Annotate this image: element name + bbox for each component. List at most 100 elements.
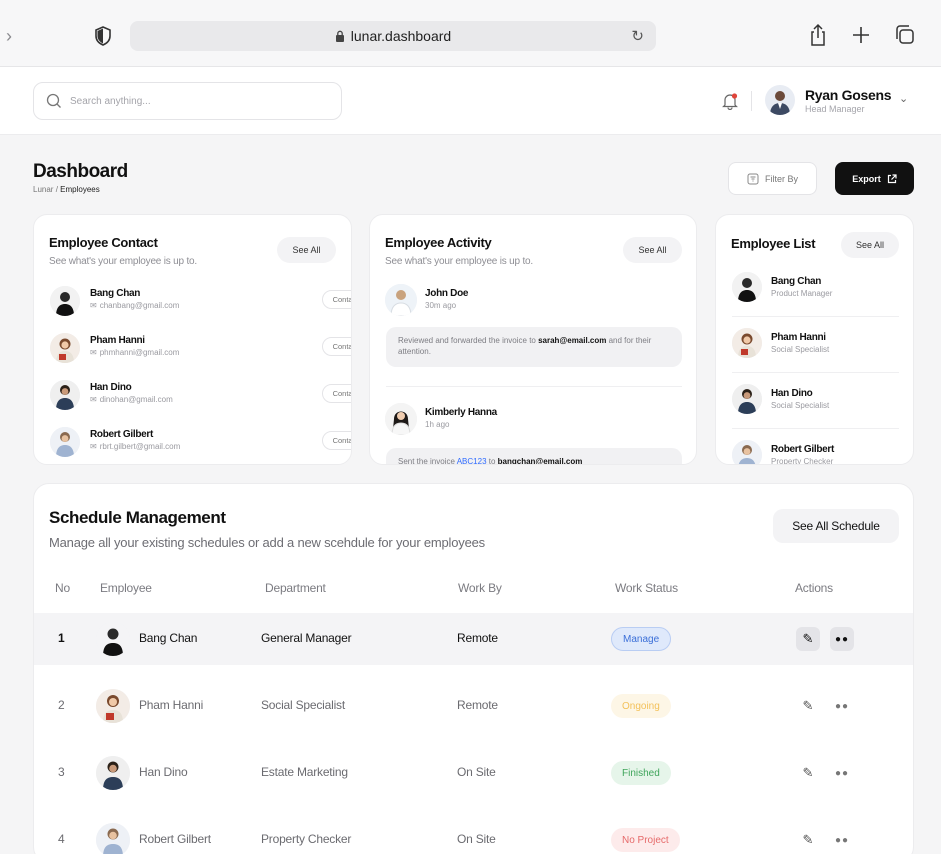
avatar [50, 286, 80, 316]
avatar [96, 622, 130, 656]
section-subtitle: Manage all your existing schedules or ad… [49, 535, 485, 550]
row-number: 4 [58, 832, 65, 846]
search-icon [46, 93, 61, 108]
column-header-work-status: Work Status [615, 581, 678, 595]
search-input[interactable]: Search anything... [33, 82, 342, 120]
row-number: 2 [58, 698, 65, 712]
contact-button[interactable]: Contact [322, 290, 351, 309]
employee-name: Han Dino [139, 765, 188, 779]
page-title: Dashboard [33, 161, 128, 182]
work-by: On Site [457, 832, 496, 846]
contact-email: ✉ rbrt.gilbert@gmail.com [90, 442, 181, 451]
column-header-employee: Employee [100, 581, 152, 595]
more-icon[interactable]: ●● [830, 627, 854, 651]
avatar[interactable] [765, 85, 795, 115]
work-by: Remote [457, 698, 498, 712]
plus-icon[interactable] [850, 23, 872, 47]
employee-name: Pham Hanni [139, 698, 204, 712]
edit-icon[interactable]: ✎ [796, 627, 820, 651]
avatar [50, 380, 80, 410]
address-bar[interactable]: lunar.dashboard ↻ [130, 21, 656, 51]
contact-button[interactable]: Contact [322, 337, 351, 356]
avatar [96, 756, 130, 790]
card-subtitle: See what's your employee is up to. [385, 256, 533, 267]
contact-button[interactable]: Contact [322, 384, 351, 403]
avatar [96, 823, 130, 854]
status-badge: Finished [611, 761, 671, 785]
table-row[interactable]: 3 Han Dino Estate Marketing On Site Fini… [34, 747, 913, 799]
employee-name: Robert Gilbert [771, 444, 835, 455]
chevron-down-icon[interactable]: ⌄ [899, 92, 908, 105]
table-row[interactable]: 4 Robert Gilbert Property Checker On Sit… [34, 814, 913, 854]
card-title: Employee List [731, 236, 816, 251]
employee-role: Social Specialist [771, 401, 830, 410]
reload-icon[interactable]: ↻ [631, 27, 644, 45]
breadcrumb-root[interactable]: Lunar [33, 185, 53, 194]
avatar [732, 328, 762, 358]
contact-name: Bang Chan [90, 288, 141, 299]
edit-icon[interactable]: ✎ [796, 828, 820, 852]
employee-role: Social Specialist [771, 345, 830, 354]
divider [732, 316, 899, 317]
contact-button[interactable]: Contact [322, 431, 351, 450]
card-subtitle: See what's your employee is up to. [49, 256, 197, 267]
contact-email: ✉ chanbang@gmail.com [90, 301, 180, 310]
row-number: 3 [58, 765, 65, 779]
employee-name: Pham Hanni [771, 332, 826, 343]
see-all-button[interactable]: See All [623, 237, 682, 263]
export-label: Export [852, 173, 881, 184]
see-all-schedule-button[interactable]: See All Schedule [773, 509, 899, 543]
url-text: lunar.dashboard [350, 28, 452, 44]
department: Social Specialist [261, 698, 345, 712]
more-icon[interactable]: ●● [830, 828, 854, 852]
bell-icon[interactable] [721, 92, 739, 110]
employee-name: Bang Chan [139, 631, 198, 645]
table-row[interactable]: 1 Bang Chan General Manager Remote Manag… [34, 613, 913, 665]
status-badge: Manage [611, 627, 672, 651]
see-all-button[interactable]: See All [841, 232, 899, 258]
status-badge: No Project [611, 828, 680, 852]
employee-name: Bang Chan [771, 276, 822, 287]
tabs-icon[interactable] [894, 23, 916, 47]
avatar [50, 427, 80, 457]
avatar [732, 384, 762, 414]
external-link-icon [887, 173, 897, 183]
export-button[interactable]: Export [835, 162, 914, 195]
employee-contact-card: Employee Contact See what's your employe… [33, 214, 352, 465]
contact-name: Pham Hanni [90, 335, 145, 346]
employee-list-card: Employee List See All Bang Chan Product … [715, 214, 914, 465]
activity-message: Reviewed and forwarded the invoice to sa… [386, 327, 682, 367]
share-icon[interactable] [807, 23, 829, 47]
column-header-actions: Actions [795, 581, 833, 595]
section-title: Schedule Management [49, 508, 226, 527]
table-row[interactable]: 2 Pham Hanni Social Specialist Remote On… [34, 680, 913, 732]
search-placeholder: Search anything... [70, 95, 151, 107]
back-chevron-icon[interactable]: › [6, 26, 12, 47]
card-title: Employee Activity [385, 235, 492, 250]
employee-name: Robert Gilbert [139, 832, 211, 846]
breadcrumb-current: Employees [60, 185, 100, 194]
divider [751, 91, 752, 111]
card-title: Employee Contact [49, 235, 158, 250]
user-name[interactable]: Ryan Gosens [805, 87, 891, 103]
edit-icon[interactable]: ✎ [796, 694, 820, 718]
shield-icon[interactable] [94, 26, 112, 46]
contact-name: Robert Gilbert [90, 429, 154, 440]
more-icon[interactable]: ●● [830, 761, 854, 785]
employee-name: Han Dino [771, 388, 813, 399]
mail-icon: ✉ [90, 442, 97, 451]
invoice-link[interactable]: ABC123 [457, 457, 487, 464]
work-by: Remote [457, 631, 498, 645]
more-icon[interactable]: ●● [830, 694, 854, 718]
activity-message: Sent the invoice ABC123 to bangchan@emai… [386, 448, 682, 464]
edit-icon[interactable]: ✎ [796, 761, 820, 785]
contact-name: Han Dino [90, 382, 132, 393]
department: Estate Marketing [261, 765, 348, 779]
mail-icon: ✉ [90, 301, 97, 310]
mail-icon: ✉ [90, 348, 97, 357]
filter-button[interactable]: Filter By [728, 162, 817, 195]
avatar [385, 284, 417, 316]
department: Property Checker [261, 832, 352, 846]
employee-activity-card: Employee Activity See what's your employ… [369, 214, 697, 465]
see-all-button[interactable]: See All [277, 237, 336, 263]
